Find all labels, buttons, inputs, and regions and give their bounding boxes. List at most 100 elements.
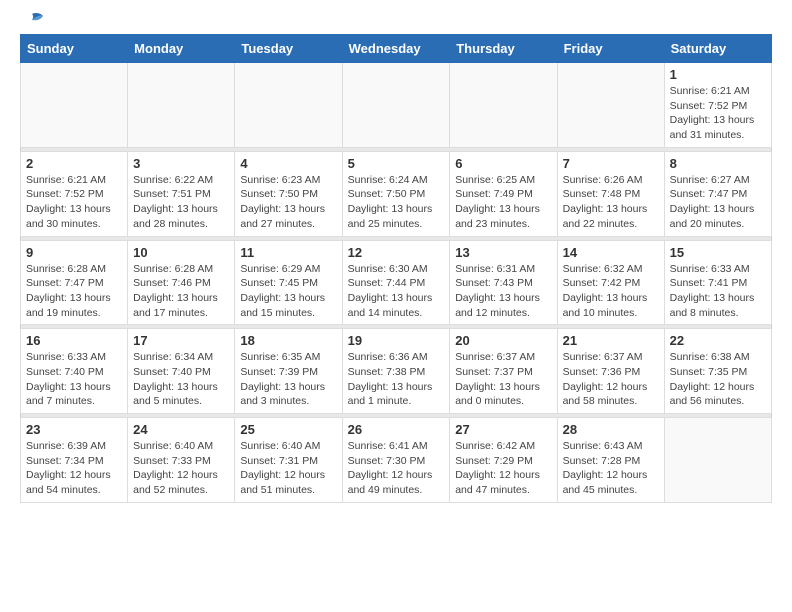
calendar-cell: 23 Sunrise: 6:39 AMSunset: 7:34 PMDayligh… bbox=[21, 418, 128, 503]
day-info: Sunrise: 6:40 AMSunset: 7:31 PMDaylight:… bbox=[240, 439, 336, 498]
calendar-cell: 5 Sunrise: 6:24 AMSunset: 7:50 PMDaylight… bbox=[342, 151, 450, 236]
calendar-cell: 1 Sunrise: 6:21 AMSunset: 7:52 PMDaylight… bbox=[664, 63, 771, 148]
day-number: 27 bbox=[455, 422, 551, 437]
day-info: Sunrise: 6:25 AMSunset: 7:49 PMDaylight:… bbox=[455, 173, 551, 232]
calendar-cell: 19 Sunrise: 6:36 AMSunset: 7:38 PMDayligh… bbox=[342, 329, 450, 414]
calendar-cell bbox=[21, 63, 128, 148]
day-info: Sunrise: 6:38 AMSunset: 7:35 PMDaylight:… bbox=[670, 350, 766, 409]
day-info: Sunrise: 6:41 AMSunset: 7:30 PMDaylight:… bbox=[348, 439, 445, 498]
day-number: 28 bbox=[563, 422, 659, 437]
day-info: Sunrise: 6:37 AMSunset: 7:37 PMDaylight:… bbox=[455, 350, 551, 409]
day-number: 16 bbox=[26, 333, 122, 348]
day-number: 14 bbox=[563, 245, 659, 260]
calendar-header-friday: Friday bbox=[557, 35, 664, 63]
calendar-week-row: 23 Sunrise: 6:39 AMSunset: 7:34 PMDayligh… bbox=[21, 418, 772, 503]
day-info: Sunrise: 6:34 AMSunset: 7:40 PMDaylight:… bbox=[133, 350, 229, 409]
calendar-header-row: SundayMondayTuesdayWednesdayThursdayFrid… bbox=[21, 35, 772, 63]
day-number: 10 bbox=[133, 245, 229, 260]
calendar-cell bbox=[235, 63, 342, 148]
day-number: 13 bbox=[455, 245, 551, 260]
calendar-cell: 13 Sunrise: 6:31 AMSunset: 7:43 PMDayligh… bbox=[450, 240, 557, 325]
calendar-cell bbox=[128, 63, 235, 148]
calendar-cell: 28 Sunrise: 6:43 AMSunset: 7:28 PMDayligh… bbox=[557, 418, 664, 503]
calendar-cell: 14Sunrise: 6:32 AMSunset: 7:42 PMDayligh… bbox=[557, 240, 664, 325]
day-info: Sunrise: 6:33 AMSunset: 7:40 PMDaylight:… bbox=[26, 350, 122, 409]
calendar-cell: 2 Sunrise: 6:21 AMSunset: 7:52 PMDaylight… bbox=[21, 151, 128, 236]
day-info: Sunrise: 6:26 AMSunset: 7:48 PMDaylight:… bbox=[563, 173, 659, 232]
calendar-cell bbox=[664, 418, 771, 503]
day-info: Sunrise: 6:24 AMSunset: 7:50 PMDaylight:… bbox=[348, 173, 445, 232]
calendar-cell: 9 Sunrise: 6:28 AMSunset: 7:47 PMDaylight… bbox=[21, 240, 128, 325]
day-info: Sunrise: 6:37 AMSunset: 7:36 PMDaylight:… bbox=[563, 350, 659, 409]
day-number: 1 bbox=[670, 67, 766, 82]
day-number: 3 bbox=[133, 156, 229, 171]
calendar-cell: 21 Sunrise: 6:37 AMSunset: 7:36 PMDayligh… bbox=[557, 329, 664, 414]
calendar-cell: 6 Sunrise: 6:25 AMSunset: 7:49 PMDaylight… bbox=[450, 151, 557, 236]
day-info: Sunrise: 6:27 AMSunset: 7:47 PMDaylight:… bbox=[670, 173, 766, 232]
calendar-cell: 10 Sunrise: 6:28 AMSunset: 7:46 PMDayligh… bbox=[128, 240, 235, 325]
day-info: Sunrise: 6:36 AMSunset: 7:38 PMDaylight:… bbox=[348, 350, 445, 409]
day-info: Sunrise: 6:43 AMSunset: 7:28 PMDaylight:… bbox=[563, 439, 659, 498]
day-number: 24 bbox=[133, 422, 229, 437]
calendar-header-saturday: Saturday bbox=[664, 35, 771, 63]
day-info: Sunrise: 6:30 AMSunset: 7:44 PMDaylight:… bbox=[348, 262, 445, 321]
day-number: 5 bbox=[348, 156, 445, 171]
calendar-header-wednesday: Wednesday bbox=[342, 35, 450, 63]
day-info: Sunrise: 6:31 AMSunset: 7:43 PMDaylight:… bbox=[455, 262, 551, 321]
day-info: Sunrise: 6:40 AMSunset: 7:33 PMDaylight:… bbox=[133, 439, 229, 498]
day-number: 7 bbox=[563, 156, 659, 171]
calendar-cell: 7 Sunrise: 6:26 AMSunset: 7:48 PMDaylight… bbox=[557, 151, 664, 236]
calendar-cell: 16 Sunrise: 6:33 AMSunset: 7:40 PMDayligh… bbox=[21, 329, 128, 414]
day-info: Sunrise: 6:35 AMSunset: 7:39 PMDaylight:… bbox=[240, 350, 336, 409]
calendar-header-sunday: Sunday bbox=[21, 35, 128, 63]
day-info: Sunrise: 6:42 AMSunset: 7:29 PMDaylight:… bbox=[455, 439, 551, 498]
calendar-cell bbox=[450, 63, 557, 148]
calendar-cell: 3 Sunrise: 6:22 AMSunset: 7:51 PMDaylight… bbox=[128, 151, 235, 236]
calendar-cell: 24 Sunrise: 6:40 AMSunset: 7:33 PMDayligh… bbox=[128, 418, 235, 503]
day-info: Sunrise: 6:21 AMSunset: 7:52 PMDaylight:… bbox=[670, 84, 766, 143]
day-number: 8 bbox=[670, 156, 766, 171]
day-number: 9 bbox=[26, 245, 122, 260]
calendar-cell: 8 Sunrise: 6:27 AMSunset: 7:47 PMDaylight… bbox=[664, 151, 771, 236]
calendar-cell bbox=[342, 63, 450, 148]
day-number: 17 bbox=[133, 333, 229, 348]
calendar-cell: 15Sunrise: 6:33 AMSunset: 7:41 PMDayligh… bbox=[664, 240, 771, 325]
day-number: 21 bbox=[563, 333, 659, 348]
day-info: Sunrise: 6:29 AMSunset: 7:45 PMDaylight:… bbox=[240, 262, 336, 321]
calendar-header-monday: Monday bbox=[128, 35, 235, 63]
day-number: 18 bbox=[240, 333, 336, 348]
day-number: 6 bbox=[455, 156, 551, 171]
calendar-cell: 11 Sunrise: 6:29 AMSunset: 7:45 PMDayligh… bbox=[235, 240, 342, 325]
calendar-table: SundayMondayTuesdayWednesdayThursdayFrid… bbox=[20, 34, 772, 503]
day-number: 11 bbox=[240, 245, 336, 260]
calendar-cell: 26 Sunrise: 6:41 AMSunset: 7:30 PMDayligh… bbox=[342, 418, 450, 503]
calendar-cell: 18 Sunrise: 6:35 AMSunset: 7:39 PMDayligh… bbox=[235, 329, 342, 414]
day-number: 12 bbox=[348, 245, 445, 260]
page-header bbox=[20, 16, 772, 26]
day-info: Sunrise: 6:28 AMSunset: 7:47 PMDaylight:… bbox=[26, 262, 122, 321]
day-info: Sunrise: 6:23 AMSunset: 7:50 PMDaylight:… bbox=[240, 173, 336, 232]
calendar-cell bbox=[557, 63, 664, 148]
calendar-cell: 12 Sunrise: 6:30 AMSunset: 7:44 PMDayligh… bbox=[342, 240, 450, 325]
calendar-week-row: 16 Sunrise: 6:33 AMSunset: 7:40 PMDayligh… bbox=[21, 329, 772, 414]
day-number: 2 bbox=[26, 156, 122, 171]
calendar-week-row: 2 Sunrise: 6:21 AMSunset: 7:52 PMDaylight… bbox=[21, 151, 772, 236]
day-number: 26 bbox=[348, 422, 445, 437]
day-number: 15 bbox=[670, 245, 766, 260]
logo bbox=[20, 16, 43, 26]
day-number: 20 bbox=[455, 333, 551, 348]
day-number: 22 bbox=[670, 333, 766, 348]
day-number: 23 bbox=[26, 422, 122, 437]
logo-bird-icon bbox=[21, 12, 43, 30]
day-number: 4 bbox=[240, 156, 336, 171]
day-number: 19 bbox=[348, 333, 445, 348]
calendar-week-row: 1 Sunrise: 6:21 AMSunset: 7:52 PMDaylight… bbox=[21, 63, 772, 148]
calendar-cell: 4 Sunrise: 6:23 AMSunset: 7:50 PMDaylight… bbox=[235, 151, 342, 236]
day-info: Sunrise: 6:39 AMSunset: 7:34 PMDaylight:… bbox=[26, 439, 122, 498]
calendar-header-thursday: Thursday bbox=[450, 35, 557, 63]
calendar-cell: 27 Sunrise: 6:42 AMSunset: 7:29 PMDayligh… bbox=[450, 418, 557, 503]
day-info: Sunrise: 6:28 AMSunset: 7:46 PMDaylight:… bbox=[133, 262, 229, 321]
calendar-cell: 22 Sunrise: 6:38 AMSunset: 7:35 PMDayligh… bbox=[664, 329, 771, 414]
day-info: Sunrise: 6:22 AMSunset: 7:51 PMDaylight:… bbox=[133, 173, 229, 232]
day-info: Sunrise: 6:21 AMSunset: 7:52 PMDaylight:… bbox=[26, 173, 122, 232]
